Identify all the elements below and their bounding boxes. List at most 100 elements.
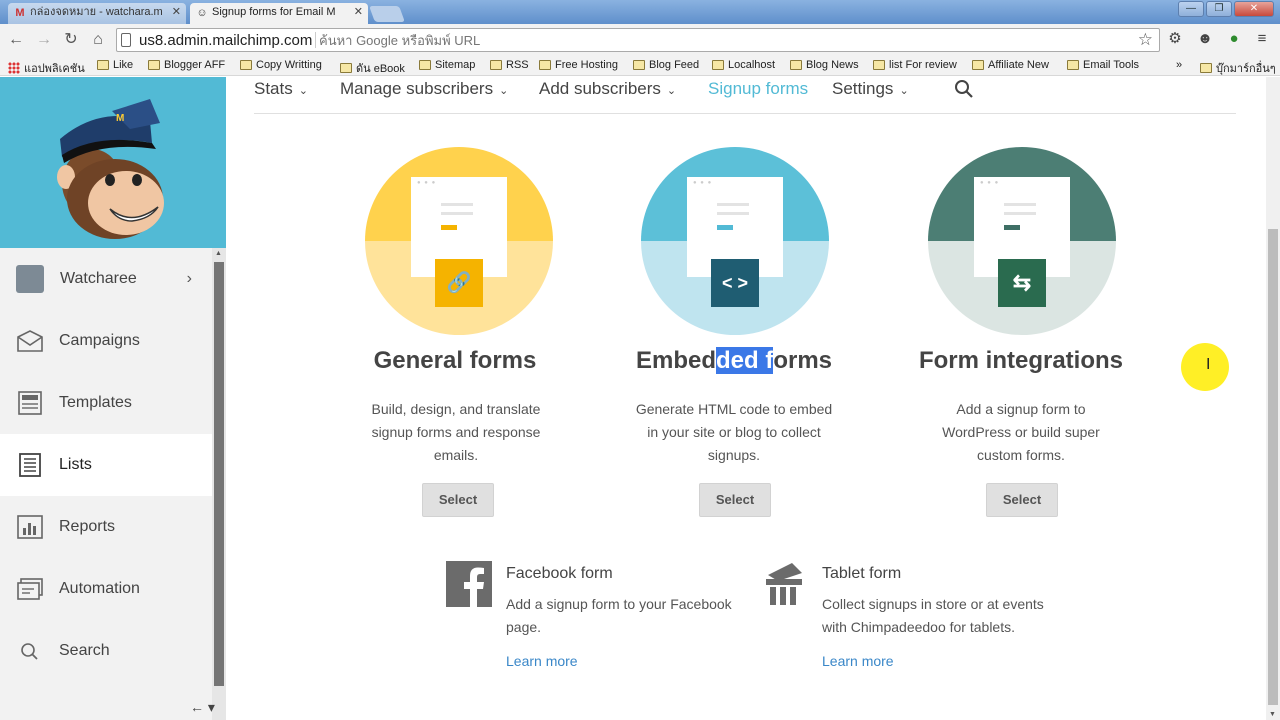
menu-icon[interactable]: ≡	[1252, 29, 1272, 49]
sidebar-user-name: Watcharee	[60, 270, 137, 287]
home-icon[interactable]: ⌂	[88, 30, 108, 50]
selected-text-highlight: ded f	[716, 347, 774, 374]
sidebar: M Watcharee › Campaigns Templates Lists …	[0, 77, 226, 720]
subnav-settings[interactable]: Settings ⌄	[832, 79, 909, 99]
page-scroll-thumb[interactable]	[1268, 229, 1278, 705]
page-scrollbar[interactable]: ▼	[1266, 77, 1280, 720]
sidebar-item-campaigns[interactable]: Campaigns	[0, 310, 212, 372]
bookmark-item[interactable]: Blog Feed	[633, 59, 699, 71]
chevron-down-icon: ⌄	[666, 85, 677, 97]
subnav-add-subscribers[interactable]: Add subscribers ⌄	[539, 79, 676, 99]
omnibox-search-input[interactable]	[319, 31, 1119, 49]
option-description: Add a signup form to your Facebook page.	[506, 596, 732, 635]
search-icon[interactable]	[954, 79, 974, 99]
folder-icon	[240, 60, 252, 70]
avatar	[16, 265, 44, 293]
bookmark-item[interactable]: Like	[97, 59, 133, 71]
card-description: Add a signup form to WordPress or build …	[942, 401, 1100, 463]
address-bar[interactable]: us8.admin.mailchimp.com ☆	[116, 28, 1160, 52]
search-icon	[21, 643, 38, 660]
mailchimp-logo-area[interactable]: M	[0, 77, 226, 248]
bookmark-apps[interactable]: แอปพลิเคชัน	[8, 59, 85, 77]
reload-icon[interactable]: ↻	[61, 30, 81, 50]
close-tab-icon[interactable]: ✕	[172, 3, 181, 22]
scroll-up-arrow-icon[interactable]: ▲	[215, 250, 222, 257]
sidebar-scrollbar[interactable]: ▲	[212, 248, 226, 720]
close-tab-icon[interactable]: ✕	[354, 3, 363, 22]
tab-gmail[interactable]: M กล่องจดหมาย - watchara.m ✕	[8, 3, 186, 24]
folder-icon	[873, 60, 885, 70]
browser-toolbar: ← → ↻ ⌂ us8.admin.mailchimp.com ☆ ⚙ ☻ ● …	[0, 24, 1280, 56]
bookmarks-overflow-chevron[interactable]: »	[1176, 59, 1182, 71]
form-integrations-illustration: ● ● ● ⇆	[928, 147, 1116, 335]
mailchimp-icon: ☺	[196, 7, 208, 19]
bookmark-item[interactable]: Copy Writting	[240, 59, 322, 71]
sidebar-item-label: Reports	[59, 518, 116, 535]
new-tab-button[interactable]	[369, 6, 405, 22]
chevron-right-icon: ›	[186, 270, 192, 287]
bookmark-item[interactable]: Localhost	[712, 59, 775, 71]
sidebar-item-label: Campaigns	[59, 332, 140, 349]
back-icon[interactable]: ←	[6, 30, 26, 50]
sidebar-item-label: Templates	[59, 394, 132, 411]
embedded-forms-card: ● ● ● < > Embedded forms Generate HTML c…	[604, 147, 864, 527]
form-integrations-card: ● ● ● ⇆ Form integrations Add a signup f…	[891, 147, 1151, 527]
envelope-icon	[17, 330, 43, 352]
tablet-learn-more-link[interactable]: Learn more	[822, 653, 894, 669]
sidebar-item-templates[interactable]: Templates	[0, 372, 212, 434]
bookmark-item[interactable]: list For review	[873, 59, 957, 71]
sidebar-item-label: Search	[59, 642, 110, 659]
bookmark-item[interactable]: Blog News	[790, 59, 859, 71]
sidebar-item-user[interactable]: Watcharee ›	[0, 248, 212, 310]
option-description: Collect signups in store or at events wi…	[822, 596, 1044, 635]
folder-icon	[790, 60, 802, 70]
maximize-icon[interactable]: ❐	[1206, 1, 1232, 17]
bar-chart-icon	[17, 515, 43, 539]
omnibox-divider	[315, 32, 316, 48]
list-icon	[19, 453, 41, 477]
text-cursor-icon: I	[1206, 356, 1211, 373]
minimize-icon[interactable]: —	[1178, 1, 1204, 17]
automation-icon	[17, 578, 43, 600]
bookmark-item[interactable]: Sitemap	[419, 59, 475, 71]
cursor-highlight	[1181, 343, 1229, 391]
select-form-integrations-button[interactable]: Select	[986, 483, 1058, 517]
tab-signup-forms[interactable]: ☺ Signup forms for Email M ✕	[190, 3, 368, 24]
code-icon: < >	[711, 259, 759, 307]
bookmark-item[interactable]: RSS	[490, 59, 529, 71]
folder-icon	[340, 63, 352, 73]
bookmark-item[interactable]: ดัน eBook	[340, 59, 405, 77]
sidebar-item-search[interactable]: Search	[0, 620, 212, 682]
settings-extension-icon[interactable]: ⚙	[1165, 29, 1185, 49]
evernote-icon[interactable]: ●	[1224, 29, 1244, 49]
forward-icon[interactable]: →	[34, 30, 54, 50]
bookmark-item[interactable]: Blogger AFF	[148, 59, 225, 71]
bookmark-item[interactable]: Affiliate New	[972, 59, 1049, 71]
freddie-chimp-logo-icon: M	[57, 99, 164, 239]
extension-icon[interactable]: ☻	[1195, 29, 1215, 49]
chevron-down-icon: ⌄	[298, 85, 308, 97]
option-title: Tablet form	[822, 565, 902, 582]
sidebar-item-reports[interactable]: Reports	[0, 496, 212, 558]
card-title: Embedded forms	[635, 347, 833, 374]
scroll-down-arrow-icon[interactable]: ▼	[1269, 711, 1276, 718]
select-embedded-forms-button[interactable]: Select	[699, 483, 771, 517]
folder-icon	[148, 60, 160, 70]
subnav-signup-forms[interactable]: Signup forms	[708, 79, 808, 99]
select-general-forms-button[interactable]: Select	[422, 483, 494, 517]
bookmark-star-icon[interactable]: ☆	[1138, 30, 1153, 50]
sidebar-item-lists[interactable]: Lists	[0, 434, 212, 496]
sidebar-scroll-thumb[interactable]	[214, 262, 224, 686]
subnav-manage-subscribers[interactable]: Manage subscribers ⌄	[340, 79, 508, 99]
facebook-learn-more-link[interactable]: Learn more	[506, 653, 578, 669]
bookmark-item[interactable]: Free Hosting	[539, 59, 618, 71]
bookmark-item[interactable]: Email Tools	[1067, 59, 1139, 71]
subnav-stats[interactable]: Stats ⌄	[254, 79, 308, 99]
address-url[interactable]: us8.admin.mailchimp.com	[139, 32, 312, 49]
tablet-chimp-icon	[766, 563, 802, 605]
template-icon	[18, 391, 42, 415]
other-bookmarks[interactable]: บุ๊กมาร์กอื่นๆ	[1200, 59, 1276, 77]
collapse-sidebar-icon[interactable]: ← ▾	[190, 699, 215, 716]
close-window-icon[interactable]: ✕	[1234, 1, 1274, 17]
sidebar-item-automation[interactable]: Automation	[0, 558, 212, 620]
